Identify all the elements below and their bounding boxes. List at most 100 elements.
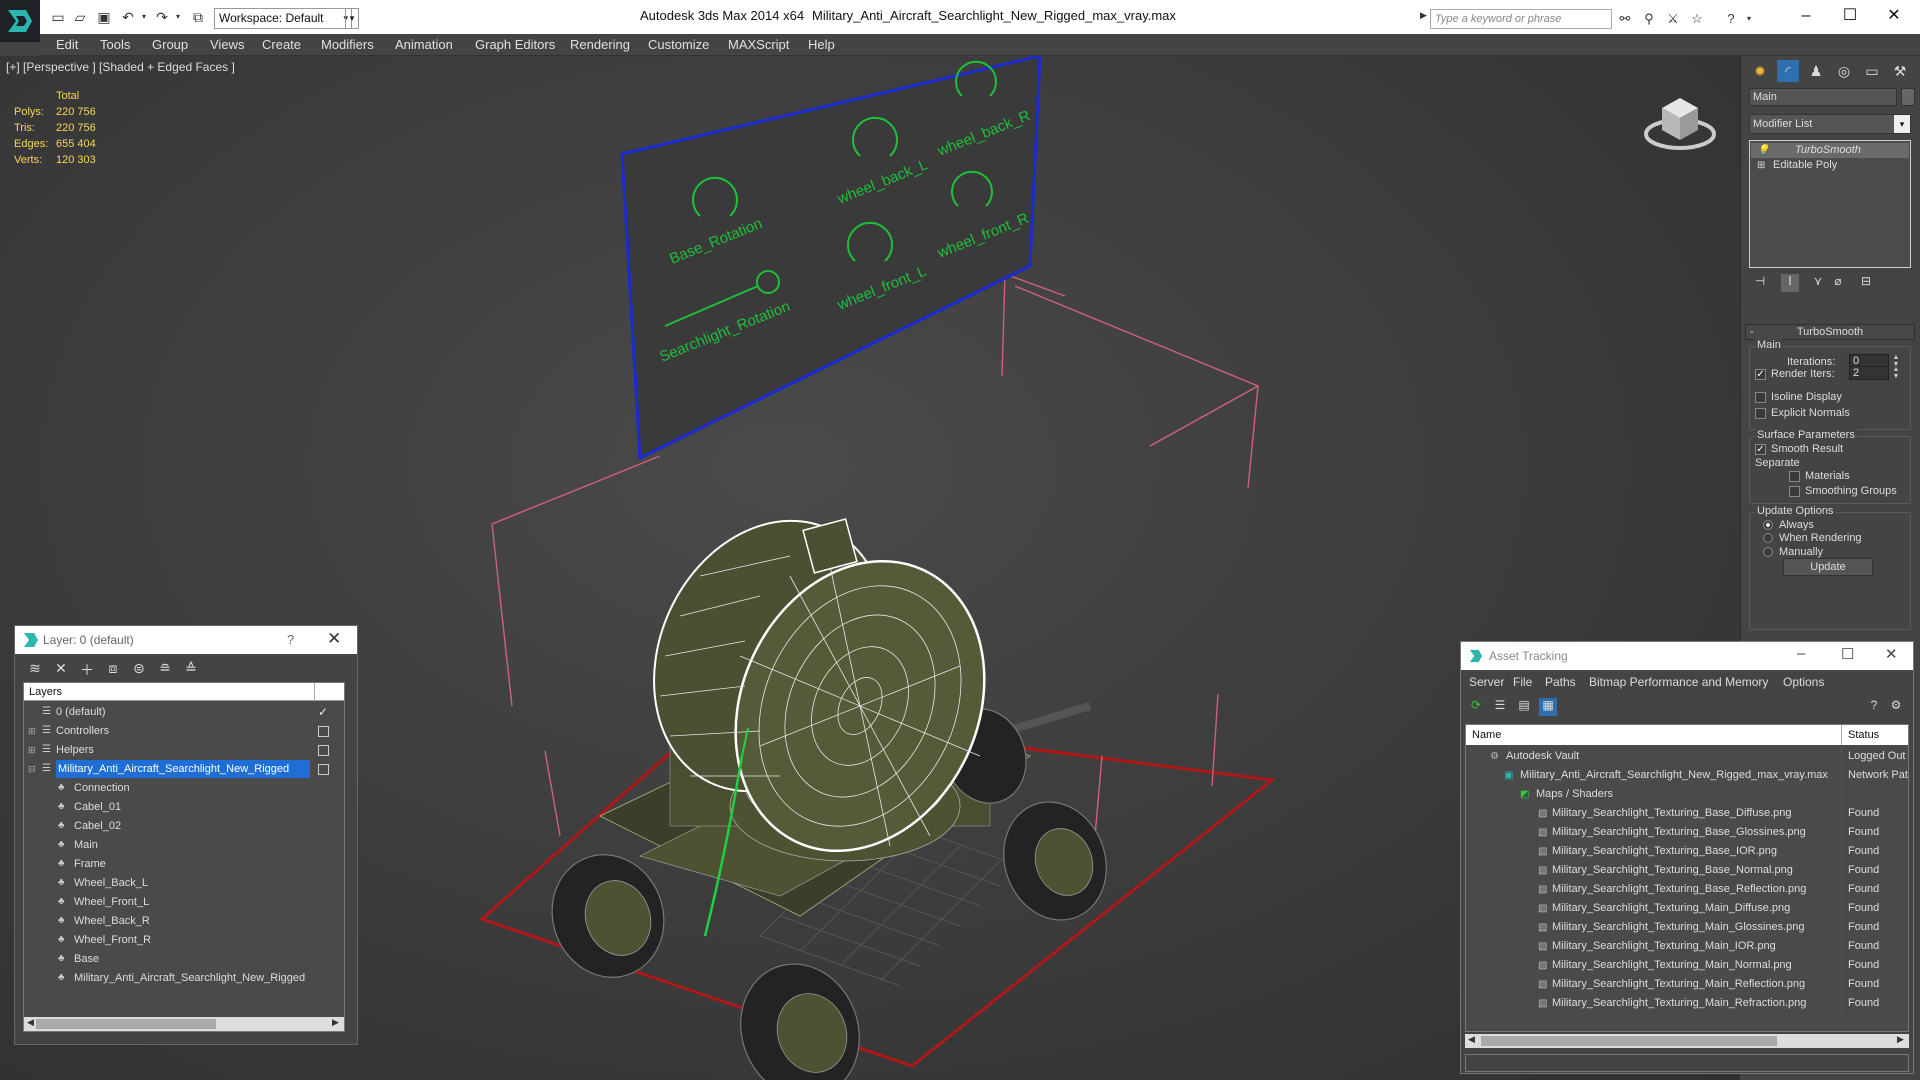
asset-menu-bitmap-performance[interactable]: Bitmap Performance and Memory <box>1589 675 1768 689</box>
minimize-icon[interactable]: – <box>1786 4 1826 28</box>
render-iters-checkbox[interactable]: ✓ <box>1755 369 1766 380</box>
menu-group[interactable]: Group <box>152 37 188 52</box>
delete-layer-icon[interactable]: ✕ <box>51 660 71 678</box>
select-objects-icon[interactable]: ⧈ <box>103 660 123 678</box>
hide-all-layers-icon[interactable]: ≙ <box>181 660 201 678</box>
menu-modifiers[interactable]: Modifiers <box>321 37 374 52</box>
asset-row-scene-file[interactable]: ▣ Military_Anti_Aircraft_Searchlight_New_… <box>1466 766 1908 785</box>
when-rendering-radio[interactable] <box>1763 533 1773 543</box>
asset-menu-server[interactable]: Server <box>1469 675 1504 689</box>
asset-row[interactable]: ▧ Military_Searchlight_Texturing_Main_Ref… <box>1466 994 1908 1013</box>
layer-object-row[interactable]: ♣ Connection <box>24 779 344 797</box>
stack-item-turbosmooth[interactable]: 💡 TurboSmooth <box>1751 143 1909 158</box>
create-tab-icon[interactable]: ✹ <box>1749 60 1771 82</box>
materials-checkbox[interactable] <box>1789 471 1800 482</box>
asset-row[interactable]: ▧ Military_Searchlight_Texturing_Main_Nor… <box>1466 956 1908 975</box>
workspace-dropdown[interactable]: Workspace: Default ▾ <box>214 8 352 29</box>
layer-window-titlebar[interactable]: Layer: 0 (default) ? ✕ <box>15 626 357 654</box>
menu-rendering[interactable]: Rendering <box>570 37 630 52</box>
help-icon[interactable]: ? <box>1865 698 1883 716</box>
layer-object-row[interactable]: ♣ Wheel_Front_L <box>24 893 344 911</box>
menu-maxscript[interactable]: MAXScript <box>728 37 789 52</box>
close-icon[interactable]: ✕ <box>1885 645 1898 663</box>
configure-sets-icon[interactable]: ⊟ <box>1857 274 1875 292</box>
expand-plus-icon[interactable]: ⊞ <box>28 722 36 740</box>
create-layer-icon[interactable]: ＋ <box>77 660 97 678</box>
smooth-result-checkbox[interactable]: ✓ <box>1755 444 1766 455</box>
close-icon[interactable]: ✕ <box>1874 4 1914 28</box>
spinner-arrows-icon[interactable]: ▲ ▼ <box>1891 366 1901 380</box>
refresh-icon[interactable]: ⟳ <box>1467 698 1485 716</box>
menu-help[interactable]: Help <box>808 37 835 52</box>
table-view-icon[interactable]: ▦ <box>1539 698 1557 716</box>
menu-graph-editors[interactable]: Graph Editors <box>475 37 555 52</box>
explicit-normals-checkbox[interactable] <box>1755 408 1766 419</box>
remove-modifier-icon[interactable]: ⌀ <box>1829 274 1847 292</box>
menu-create[interactable]: Create <box>262 37 301 52</box>
smoothing-groups-checkbox[interactable] <box>1789 486 1800 497</box>
layer-row[interactable]: ⊞ ☰ Helpers <box>24 741 344 759</box>
redo-dropdown-icon[interactable]: ▾ <box>170 9 186 25</box>
layer-object-row[interactable]: ♣ Wheel_Back_L <box>24 874 344 892</box>
collapse-minus-icon[interactable]: ⊟ <box>28 760 36 778</box>
checkmark-icon[interactable]: ✓ <box>318 703 328 721</box>
menu-tools[interactable]: Tools <box>100 37 130 52</box>
turbosmooth-rollout-header[interactable]: - TurboSmooth <box>1745 324 1915 340</box>
asset-horizontal-scrollbar[interactable]: ◀ ▶ <box>1465 1034 1909 1048</box>
asset-column-header[interactable]: Name Status <box>1466 725 1908 745</box>
undo-icon[interactable]: ↶ <box>120 9 136 25</box>
help-icon[interactable]: ? <box>1722 10 1740 28</box>
modify-tab-icon[interactable]: ◜ <box>1777 60 1799 82</box>
redo-icon[interactable]: ↷ <box>154 9 170 25</box>
isoline-checkbox[interactable] <box>1755 392 1766 403</box>
scroll-left-icon[interactable]: ◀ <box>27 1017 34 1028</box>
layer-horizontal-scrollbar[interactable]: ◀ ▶ <box>24 1017 344 1031</box>
asset-window-titlebar[interactable]: Asset Tracking – ☐ ✕ <box>1461 642 1913 670</box>
binoculars-icon[interactable]: ⚯ <box>1616 10 1634 28</box>
asset-path-field[interactable] <box>1465 1054 1909 1072</box>
asset-row[interactable]: ▧ Military_Searchlight_Texturing_Main_Glo… <box>1466 918 1908 937</box>
layer-object-row[interactable]: ♣ Wheel_Front_R <box>24 931 344 949</box>
asset-row[interactable]: ▧ Military_Searchlight_Texturing_Base_IOR… <box>1466 842 1908 861</box>
layer-object-row[interactable]: ♣ Cabel_02 <box>24 817 344 835</box>
viewport-label[interactable]: [+] [Perspective ] [Shaded + Edged Faces… <box>6 60 235 74</box>
favorites-star-icon[interactable]: ☆ <box>1688 10 1706 28</box>
layer-current-checkbox[interactable] <box>318 745 329 756</box>
asset-row-maps[interactable]: ◩ Maps / Shaders <box>1466 785 1908 804</box>
modifier-list-dropdown[interactable]: Modifier List ▾ <box>1749 114 1911 134</box>
list-view-icon[interactable]: ☰ <box>1491 698 1509 716</box>
help-dropdown-icon[interactable]: ▾ <box>1740 10 1758 28</box>
utilities-tab-icon[interactable]: ⚒ <box>1889 60 1911 82</box>
scroll-right-icon[interactable]: ▶ <box>1897 1034 1904 1045</box>
scroll-right-icon[interactable]: ▶ <box>332 1017 339 1028</box>
viewcube-icon[interactable] <box>1640 86 1720 156</box>
object-color-swatch[interactable] <box>1901 88 1915 106</box>
expand-plus-icon[interactable]: ⊞ <box>1757 158 1765 173</box>
layer-object-row[interactable]: ♣ Frame <box>24 855 344 873</box>
asset-row[interactable]: ▧ Military_Searchlight_Texturing_Main_IOR… <box>1466 937 1908 956</box>
status-column-header[interactable]: Status <box>1848 725 1879 745</box>
manually-radio[interactable] <box>1763 547 1773 557</box>
layer-current-checkbox[interactable] <box>318 726 329 737</box>
workspace-expand-icon[interactable]: ▾ <box>345 8 359 29</box>
hierarchy-tab-icon[interactable]: ♟ <box>1805 60 1827 82</box>
update-button[interactable]: Update <box>1783 558 1873 576</box>
select-layer-icon[interactable]: ⊜ <box>129 660 149 678</box>
asset-row-vault[interactable]: ⚙ Autodesk Vault Logged Out <box>1466 747 1908 766</box>
settings-icon[interactable]: ⚙ <box>1887 698 1905 716</box>
project-folder-icon[interactable]: ⧉ <box>190 9 206 25</box>
scroll-left-icon[interactable]: ◀ <box>1468 1034 1475 1045</box>
pin-stack-icon[interactable]: ⊣ <box>1751 274 1769 292</box>
object-name-field[interactable]: Main <box>1749 88 1897 106</box>
menu-animation[interactable]: Animation <box>395 37 453 52</box>
scrollbar-thumb[interactable] <box>36 1019 216 1029</box>
new-file-icon[interactable]: ▭ <box>50 9 66 25</box>
menu-views[interactable]: Views <box>210 37 244 52</box>
search-input[interactable]: Type a keyword or phrase <box>1430 9 1612 29</box>
set-current-layer-icon[interactable]: ≘ <box>155 660 175 678</box>
asset-row[interactable]: ▧ Military_Searchlight_Texturing_Base_Dif… <box>1466 804 1908 823</box>
expand-plus-icon[interactable]: ⊞ <box>28 741 36 759</box>
asset-menu-options[interactable]: Options <box>1783 675 1824 689</box>
asset-row[interactable]: ▧ Military_Searchlight_Texturing_Base_Nor… <box>1466 861 1908 880</box>
layer-object-row[interactable]: ♣ Base <box>24 950 344 968</box>
